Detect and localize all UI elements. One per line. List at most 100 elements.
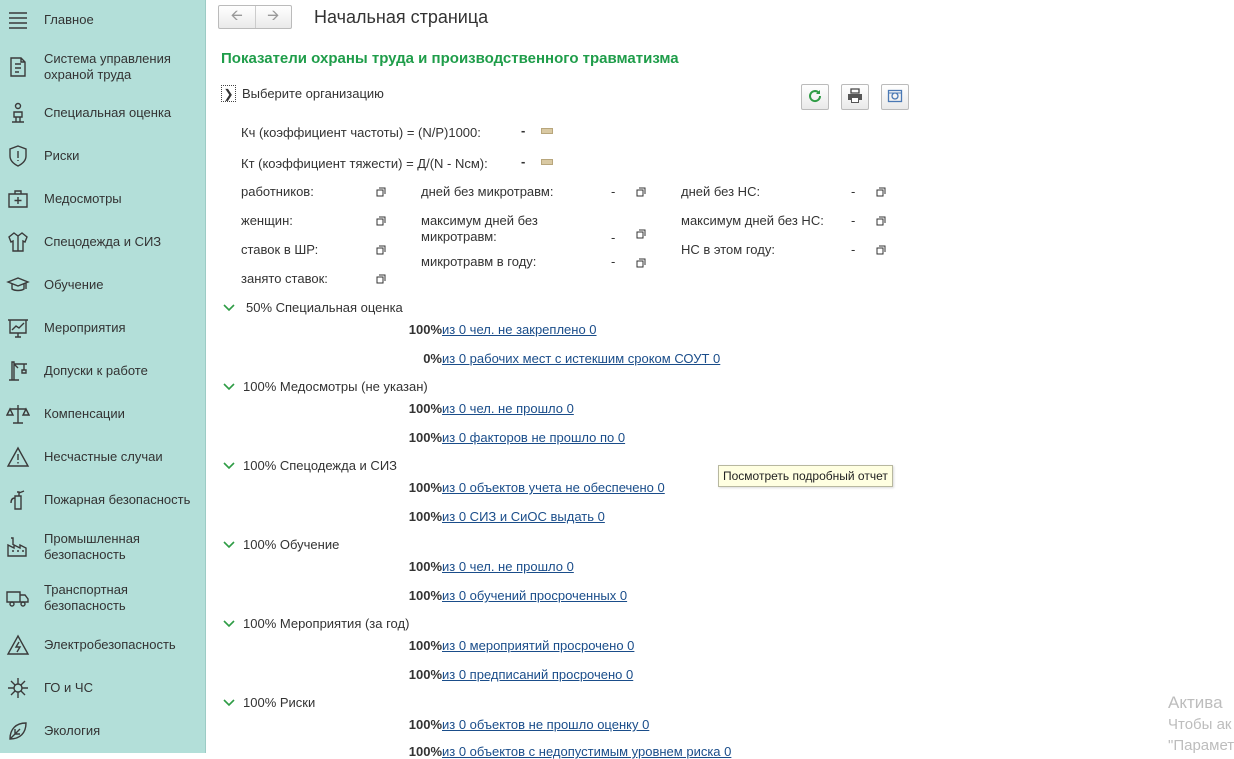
open-link-icon[interactable] <box>636 187 646 197</box>
sidebar-item-accidents[interactable]: Несчастные случаи <box>0 445 205 469</box>
row-percent: 100% <box>408 480 442 495</box>
arrow-left-icon: 🡨 <box>230 6 243 24</box>
graduation-cap-icon <box>6 273 30 297</box>
row-percent: 100% <box>408 509 442 524</box>
print-button[interactable] <box>841 84 869 110</box>
sidebar-item-fire-safety[interactable]: Пожарная безопасность <box>0 488 205 512</box>
refresh-icon <box>807 88 823 107</box>
open-link-icon[interactable] <box>636 258 646 268</box>
row-percent: 100% <box>408 667 442 682</box>
row-percent: 100% <box>408 559 442 574</box>
crane-icon <box>6 359 30 383</box>
chevron-right-icon[interactable]: ❯ <box>221 85 236 102</box>
sidebar-item-label: Медосмотры <box>44 191 122 206</box>
group-medical[interactable]: 100% Медосмотры (не указан) <box>222 379 428 394</box>
group-ppe[interactable]: 100% Спецодежда и СИЗ <box>222 458 397 473</box>
report-link[interactable]: из 0 мероприятий просрочено 0 <box>442 638 634 653</box>
sidebar-item-label: Компенсации <box>44 406 125 421</box>
open-link-icon[interactable] <box>376 245 386 255</box>
open-link-icon[interactable] <box>636 229 646 239</box>
group-title: 100% Обучение <box>243 537 340 552</box>
report-link[interactable]: из 0 чел. не прошло 0 <box>442 559 574 574</box>
sidebar-item-activities[interactable]: Мероприятия <box>0 316 205 340</box>
sidebar-item-ohs-management[interactable]: Система управления охраной труда <box>0 50 205 84</box>
group-title: 50% Специальная оценка <box>246 300 403 315</box>
row-percent: 100% <box>408 744 442 759</box>
coef-freq-label: Кч (коэффициент частоты) = (N/P)1000: <box>241 125 481 140</box>
sidebar-item-civil-defense[interactable]: ГО и ЧС <box>0 676 205 700</box>
open-link-icon[interactable] <box>876 245 886 255</box>
open-link-icon[interactable] <box>876 216 886 226</box>
settings-button[interactable] <box>881 84 909 110</box>
report-link[interactable]: из 0 объектов с недопустимым уровнем рис… <box>442 744 731 759</box>
sidebar-item-label: Спецодежда и СИЗ <box>44 234 162 249</box>
organization-select[interactable]: ❯ Выберите организацию <box>221 85 384 102</box>
electric-warning-icon <box>6 633 30 657</box>
back-button[interactable]: 🡨 <box>219 6 255 28</box>
coef-sev-indicator <box>541 159 553 165</box>
report-link[interactable]: из 0 предписаний просрочено 0 <box>442 667 633 682</box>
group-special-assessment[interactable]: 50% Специальная оценка <box>222 300 403 315</box>
report-link[interactable]: из 0 объектов не прошло оценку 0 <box>442 717 649 732</box>
medkit-icon <box>6 187 30 211</box>
sidebar-item-compensations[interactable]: Компенсации <box>0 402 205 426</box>
sidebar-item-ecology[interactable]: Экология <box>0 719 205 743</box>
report-link[interactable]: из 0 чел. не закреплено 0 <box>442 322 597 337</box>
sidebar-item-label: Пожарная безопасность <box>44 492 191 507</box>
sidebar-item-label: Несчастные случаи <box>44 449 163 464</box>
stat-days-no-accidents-label: дней без НС: <box>681 184 761 199</box>
sidebar-item-risks[interactable]: Риски <box>0 144 205 168</box>
stat-max-days-no-accidents-value: - <box>851 213 856 228</box>
factory-icon <box>6 535 30 559</box>
sidebar-item-special-assessment[interactable]: Специальная оценка <box>0 101 205 125</box>
chevron-down-icon <box>222 459 236 473</box>
organization-select-label: Выберите организацию <box>242 86 384 101</box>
history-nav: 🡨 🡪 <box>218 5 292 29</box>
sidebar-item-main[interactable]: Главное <box>0 8 205 32</box>
report-link[interactable]: из 0 факторов не прошло по 0 <box>442 430 625 445</box>
menu-icon <box>6 8 30 32</box>
stat-occupied-positions-label: занято ставок: <box>241 271 328 286</box>
row-percent: 100% <box>408 430 442 445</box>
activation-watermark-line2: Чтобы ак <box>1168 716 1232 733</box>
row-percent: 100% <box>408 588 442 603</box>
report-link[interactable]: из 0 СИЗ и СиОС выдать 0 <box>442 509 605 524</box>
row-percent: 100% <box>408 401 442 416</box>
refresh-button[interactable] <box>801 84 829 110</box>
sidebar-item-work-permits[interactable]: Допуски к работе <box>0 359 205 383</box>
forward-button[interactable]: 🡪 <box>254 6 292 28</box>
sidebar-item-transport-safety[interactable]: Транспортная безопасность <box>0 581 205 615</box>
stat-women-label: женщин: <box>241 213 293 228</box>
sidebar-item-ppe[interactable]: Спецодежда и СИЗ <box>0 230 205 254</box>
print-icon <box>847 87 863 107</box>
sidebar-item-label: Риски <box>44 148 80 163</box>
group-risks[interactable]: 100% Риски <box>222 695 315 710</box>
sidebar-item-label: ГО и ЧС <box>44 680 93 695</box>
open-link-icon[interactable] <box>376 274 386 284</box>
arrow-right-icon: 🡪 <box>267 6 280 24</box>
stat-max-days-no-microtrauma-label: максимум дней без микротравм: <box>421 213 538 244</box>
row-percent: 0% <box>423 351 442 366</box>
group-activities[interactable]: 100% Мероприятия (за год) <box>222 616 409 631</box>
sidebar-item-label: Мероприятия <box>44 320 126 335</box>
sidebar-item-industrial-safety[interactable]: Промышленная безопасность <box>0 530 205 564</box>
report-link[interactable]: из 0 обучений просроченных 0 <box>442 588 627 603</box>
jacket-icon <box>6 230 30 254</box>
sidebar-item-medical[interactable]: Медосмотры <box>0 187 205 211</box>
activation-watermark-line3: "Парамет <box>1168 737 1234 754</box>
sidebar-item-training[interactable]: Обучение <box>0 273 205 297</box>
group-training[interactable]: 100% Обучение <box>222 537 339 552</box>
sidebar-item-label: Система управления охраной труда <box>44 51 171 82</box>
ecology-icon <box>6 719 30 743</box>
open-link-icon[interactable] <box>876 187 886 197</box>
report-link[interactable]: из 0 рабочих мест с истекшим сроком СОУТ… <box>442 351 720 366</box>
sidebar-item-label: Транспортная безопасность <box>44 582 128 613</box>
fire-extinguisher-icon <box>6 488 30 512</box>
open-link-icon[interactable] <box>376 216 386 226</box>
coef-sev-value: - <box>521 154 526 169</box>
sidebar-item-electrical-safety[interactable]: Электробезопасность <box>0 633 205 657</box>
report-link[interactable]: из 0 объектов учета не обеспечено 0 <box>442 480 665 495</box>
report-link[interactable]: из 0 чел. не прошло 0 <box>442 401 574 416</box>
section-title: Показатели охраны труда и производственн… <box>221 50 679 67</box>
open-link-icon[interactable] <box>376 187 386 197</box>
